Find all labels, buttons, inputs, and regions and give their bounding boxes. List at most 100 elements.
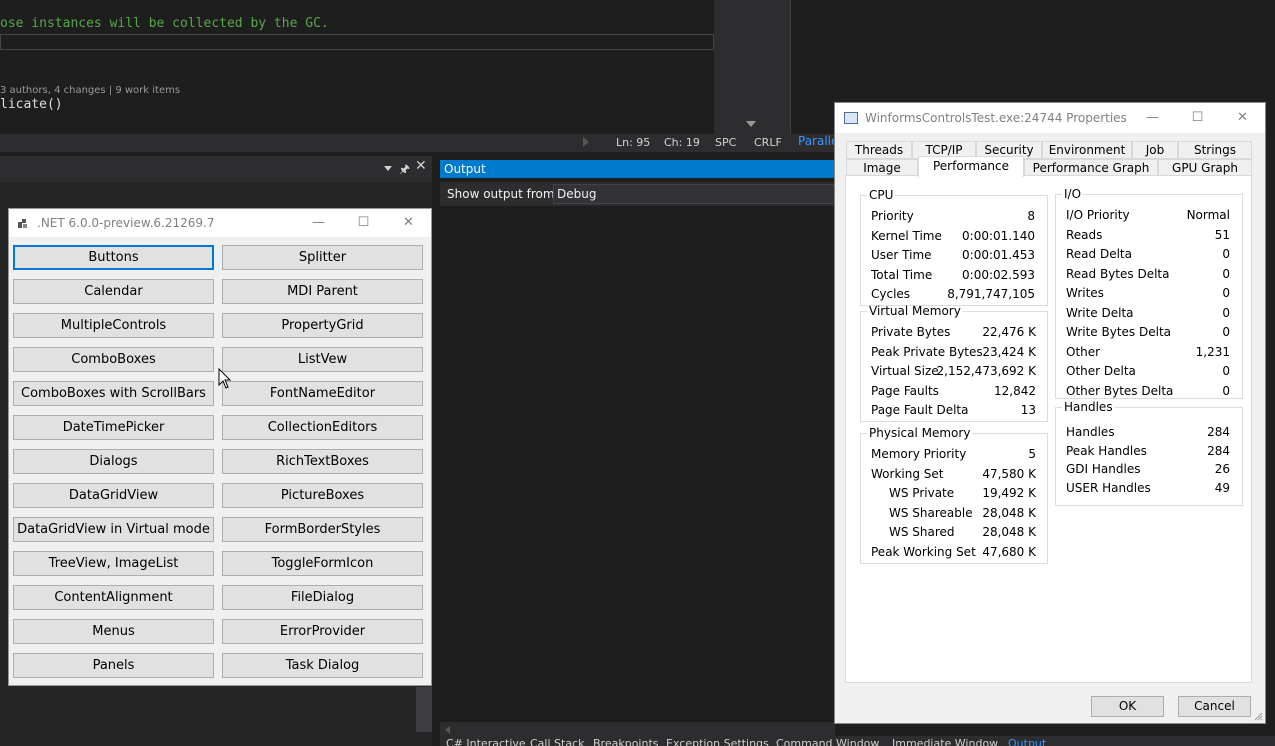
tool-window-scrollbar[interactable] (416, 687, 432, 732)
total-time-value: 0:00:02.593 (962, 267, 1035, 282)
maximize-icon[interactable]: ☐ (341, 209, 386, 237)
errorprovider-button[interactable]: ErrorProvider (222, 619, 423, 644)
listvew-button[interactable]: ListVew (222, 347, 423, 372)
working-set-value: 47,580 K (982, 466, 1036, 481)
tab-job[interactable]: Job (1132, 141, 1178, 159)
parallel-stacks-tab[interactable]: Paralle (798, 134, 838, 148)
codelens-info[interactable]: 3 authors, 4 changes | 9 work items (0, 85, 180, 96)
multiplecontrols-button[interactable]: MultipleControls (13, 313, 214, 338)
calendar-button[interactable]: Calendar (13, 279, 214, 304)
writes-label: Writes (1066, 286, 1104, 300)
scroll-left-icon[interactable] (445, 726, 450, 734)
read-delta-row: Read Delta 0 (1066, 247, 1230, 261)
kernel-time-value: 0:00:01.140 (962, 228, 1035, 243)
propertygrid-button[interactable]: PropertyGrid (222, 313, 423, 338)
current-line-highlight (0, 34, 714, 50)
fontnameeditor-button[interactable]: FontNameEditor (222, 381, 423, 406)
status-indent[interactable]: SPC (715, 136, 736, 149)
page-fault-delta-value: 13 (1020, 403, 1036, 417)
i-o-priority-row: I/O Priority Normal (1066, 208, 1230, 222)
output-horizontal-scrollbar[interactable] (440, 722, 835, 736)
close-icon[interactable]: ✕ (386, 209, 431, 237)
toggleformicon-button[interactable]: ToggleFormIcon (222, 551, 423, 576)
ws-shared-label: WS Shared (889, 525, 955, 539)
buttons-button[interactable]: Buttons (13, 245, 214, 270)
tab-exception-settings[interactable]: Exception Settings (666, 737, 769, 746)
output-window-header[interactable]: Output (440, 160, 835, 178)
handles-label: Handles (1066, 425, 1115, 439)
peak-working-set-value: 47,680 K (982, 544, 1036, 559)
splitter-button[interactable]: Splitter (222, 245, 423, 270)
tab-command-window[interactable]: Command Window (776, 737, 879, 746)
page-faults-label: Page Faults (871, 383, 939, 398)
maximize-icon[interactable]: ☐ (1175, 103, 1220, 133)
treeview-imagelist-button[interactable]: TreeView, ImageList (13, 551, 214, 576)
net-window-title: .NET 6.0.0-preview.6.21269.7 (37, 216, 215, 230)
properties-titlebar[interactable]: WinformsControlsTest.exe:24744 Propertie… (835, 103, 1265, 133)
contentalignment-button[interactable]: ContentAlignment (13, 585, 214, 610)
private-bytes-value: 22,476 K (982, 325, 1036, 339)
minimize-icon[interactable]: — (296, 209, 341, 237)
io-group-title: I/O (1064, 187, 1082, 201)
tool-window-header (0, 156, 432, 182)
tab-threads[interactable]: Threads (846, 141, 912, 159)
winforms-test-window: .NET 6.0.0-preview.6.21269.7 — ☐ ✕ Butto… (8, 208, 432, 686)
comboboxes-button[interactable]: ComboBoxes (13, 347, 214, 372)
cancel-button[interactable]: Cancel (1178, 696, 1251, 717)
tab-immediate-window[interactable]: Immediate Window (892, 737, 998, 746)
resize-grip-icon[interactable] (1253, 711, 1263, 721)
read-delta-value: 0 (1222, 247, 1230, 261)
output-text-area[interactable] (440, 206, 835, 722)
dialogs-button[interactable]: Dialogs (13, 449, 214, 474)
close-icon[interactable]: ✕ (415, 158, 427, 174)
reads-label: Reads (1066, 227, 1103, 242)
richtextboxes-button[interactable]: RichTextBoxes (222, 449, 423, 474)
formborderstyles-button[interactable]: FormBorderStyles (222, 517, 423, 542)
ws-private-value: 19,492 K (982, 486, 1036, 500)
ok-button[interactable]: OK (1091, 696, 1164, 717)
collectioneditors-button[interactable]: CollectionEditors (222, 415, 423, 440)
menus-button[interactable]: Menus (13, 619, 214, 644)
tab-performance[interactable]: Performance (918, 156, 1024, 177)
datagridview-in-virtual-mode-button[interactable]: DataGridView in Virtual mode (13, 517, 214, 542)
filedialog-button[interactable]: FileDialog (222, 585, 423, 610)
peak-working-set-label: Peak Working Set (871, 544, 976, 559)
status-column[interactable]: Ch: 19 (664, 136, 700, 149)
peak-private-bytes-row: Peak Private Bytes 23,424 K (871, 345, 1036, 359)
status-line-ending[interactable]: CRLF (754, 136, 782, 149)
window-icon (844, 112, 858, 124)
gdi-handles-row: GDI Handles 26 (1066, 462, 1230, 476)
mdi-parent-button[interactable]: MDI Parent (222, 279, 423, 304)
page-faults-value: 12,842 (994, 383, 1036, 398)
tab-environment[interactable]: Environment (1042, 141, 1132, 159)
close-icon[interactable]: ✕ (1220, 103, 1265, 133)
panels-button[interactable]: Panels (13, 653, 214, 678)
peak-private-bytes-value: 23,424 K (982, 344, 1036, 359)
scroll-down-icon[interactable] (746, 121, 756, 127)
status-arrow-icon[interactable] (583, 137, 589, 147)
tab-output[interactable]: Output (1008, 737, 1046, 746)
minimize-icon[interactable]: — (1130, 103, 1175, 133)
tab-strings[interactable]: Strings (1178, 141, 1252, 159)
bottom-tool-tabs: C# Interactive Call Stack Breakpoints Ex… (440, 736, 1275, 746)
cpu-group-title: CPU (869, 188, 894, 202)
tab-csharp-interactive[interactable]: C# Interactive (446, 737, 526, 746)
tab-breakpoints[interactable]: Breakpoints (593, 737, 659, 746)
writes-row: Writes 0 (1066, 286, 1230, 300)
code-editor[interactable]: ose instances will be collected by the G… (0, 0, 714, 134)
memory-priority-label: Memory Priority (871, 447, 967, 461)
net-window-titlebar[interactable]: .NET 6.0.0-preview.6.21269.7 — ☐ ✕ (9, 209, 431, 237)
editor-scrollbar[interactable] (714, 0, 790, 134)
i-o-priority-label: I/O Priority (1066, 208, 1130, 222)
window-position-dropdown-icon[interactable] (384, 166, 392, 171)
datagridview-button[interactable]: DataGridView (13, 483, 214, 508)
status-line[interactable]: Ln: 95 (616, 136, 650, 149)
tab-call-stack[interactable]: Call Stack (530, 737, 584, 746)
pin-icon[interactable]: 🖈 (399, 160, 410, 181)
datetimepicker-button[interactable]: DateTimePicker (13, 415, 214, 440)
output-source-select[interactable]: Debug (553, 184, 837, 204)
total-time-label: Total Time (871, 267, 933, 282)
comboboxes-with-scrollbars-button[interactable]: ComboBoxes with ScrollBars (13, 381, 214, 406)
pictureboxes-button[interactable]: PictureBoxes (222, 483, 423, 508)
task-dialog-button[interactable]: Task Dialog (222, 653, 423, 678)
